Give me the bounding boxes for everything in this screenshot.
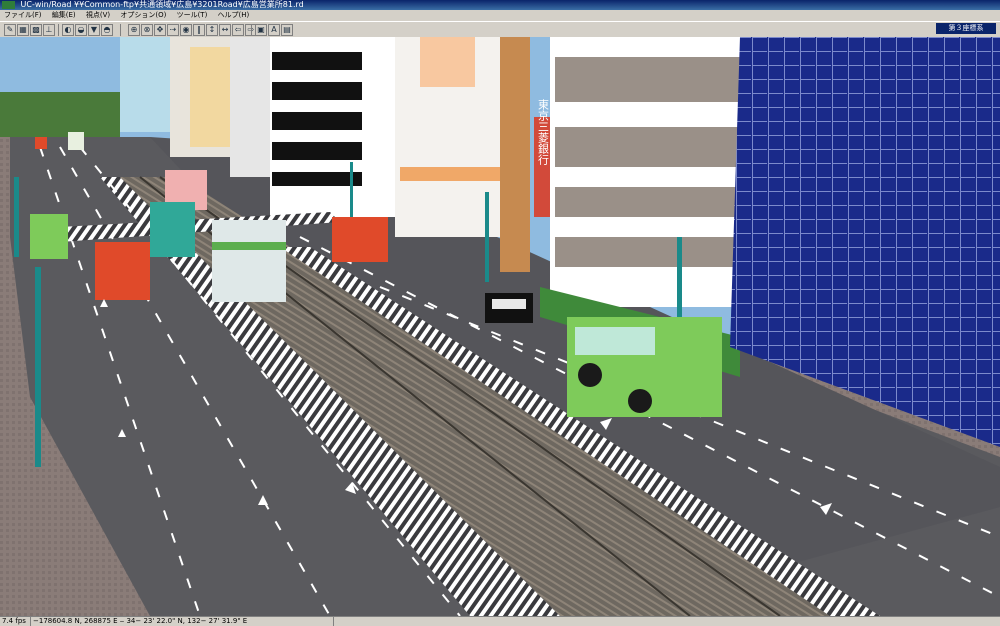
nav-8-button[interactable]: ↔ — [219, 24, 231, 36]
nav-7-button[interactable]: ↕ — [206, 24, 218, 36]
tram-stop-shelter — [150, 202, 195, 257]
menu-help[interactable]: ヘルプ(H) — [218, 11, 250, 19]
menu-bar: ファイル(F) 編集(E) 視点(V) オプション(O) ツール(T) ヘルプ(… — [0, 10, 1000, 21]
edit-tool-button[interactable]: ✎ — [4, 24, 16, 36]
far-bus — [68, 132, 84, 150]
bus-wheel — [628, 389, 652, 413]
tram-car-green — [212, 220, 286, 302]
menu-view[interactable]: 視点(V) — [86, 11, 110, 19]
menu-tools[interactable]: ツール(T) — [177, 11, 208, 19]
far-car — [35, 137, 47, 149]
app-logo-icon — [2, 0, 15, 9]
red-bus-right — [332, 217, 388, 262]
red-bus-left — [95, 242, 150, 300]
nav-1-button[interactable]: ⊕ — [128, 24, 140, 36]
office-building-white — [230, 37, 275, 177]
toolbar-separator — [120, 24, 121, 36]
bank-sign: 東京三菱銀行 — [537, 99, 550, 166]
bus-wheel — [578, 363, 602, 387]
view-d-button[interactable]: ◓ — [101, 24, 113, 36]
cam-1-button[interactable]: ▣ — [255, 24, 267, 36]
nav-5-button[interactable]: ◉ — [180, 24, 192, 36]
nav-4-button[interactable]: ⇢ — [167, 24, 179, 36]
cam-2-button[interactable]: A — [268, 24, 280, 36]
coordinate-system-label: 第３座標系 — [936, 23, 996, 34]
menu-edit[interactable]: 編集(E) — [52, 11, 76, 19]
tram-stripe — [212, 242, 286, 250]
green-bus-left — [30, 214, 68, 259]
window-title-bar: UC-win/Road ¥¥Common-ftp¥共通領域¥広島¥3201Roa… — [0, 0, 1000, 10]
view-a-button[interactable]: ◐ — [62, 24, 74, 36]
view-b-button[interactable]: ◒ — [75, 24, 87, 36]
cam-3-button[interactable]: ▤ — [281, 24, 293, 36]
tower-building — [120, 37, 175, 132]
nav-6-button[interactable]: ‖ — [193, 24, 205, 36]
menu-options[interactable]: オプション(O) — [120, 11, 166, 19]
distant-hills — [0, 92, 120, 142]
3d-viewport[interactable]: 東京三菱銀行 — [0, 37, 1000, 616]
view-c-button[interactable]: ▼ — [88, 24, 100, 36]
nav-9-button[interactable]: ⇦ — [232, 24, 244, 36]
shop-awning — [400, 167, 500, 181]
nav-2-button[interactable]: ⊗ — [141, 24, 153, 36]
road-tool-button[interactable]: ⊥ — [43, 24, 55, 36]
city-scene[interactable]: 東京三菱銀行 — [0, 37, 1000, 616]
menu-file[interactable]: ファイル(F) — [4, 11, 42, 19]
grid-tool-button[interactable]: ▦ — [17, 24, 29, 36]
taxi-windows — [492, 299, 526, 309]
shop-building-top — [420, 37, 475, 87]
office-building-beige — [190, 47, 230, 147]
window-title: UC-win/Road ¥¥Common-ftp¥共通領域¥広島¥3201Roa… — [20, 0, 304, 9]
toolbar-separator — [58, 24, 59, 36]
toolbar-separator — [251, 24, 252, 36]
brown-building — [500, 37, 530, 272]
green-bus-windows — [575, 327, 655, 355]
terrain-tool-button[interactable]: ▩ — [30, 24, 42, 36]
nav-3-button[interactable]: ✥ — [154, 24, 166, 36]
